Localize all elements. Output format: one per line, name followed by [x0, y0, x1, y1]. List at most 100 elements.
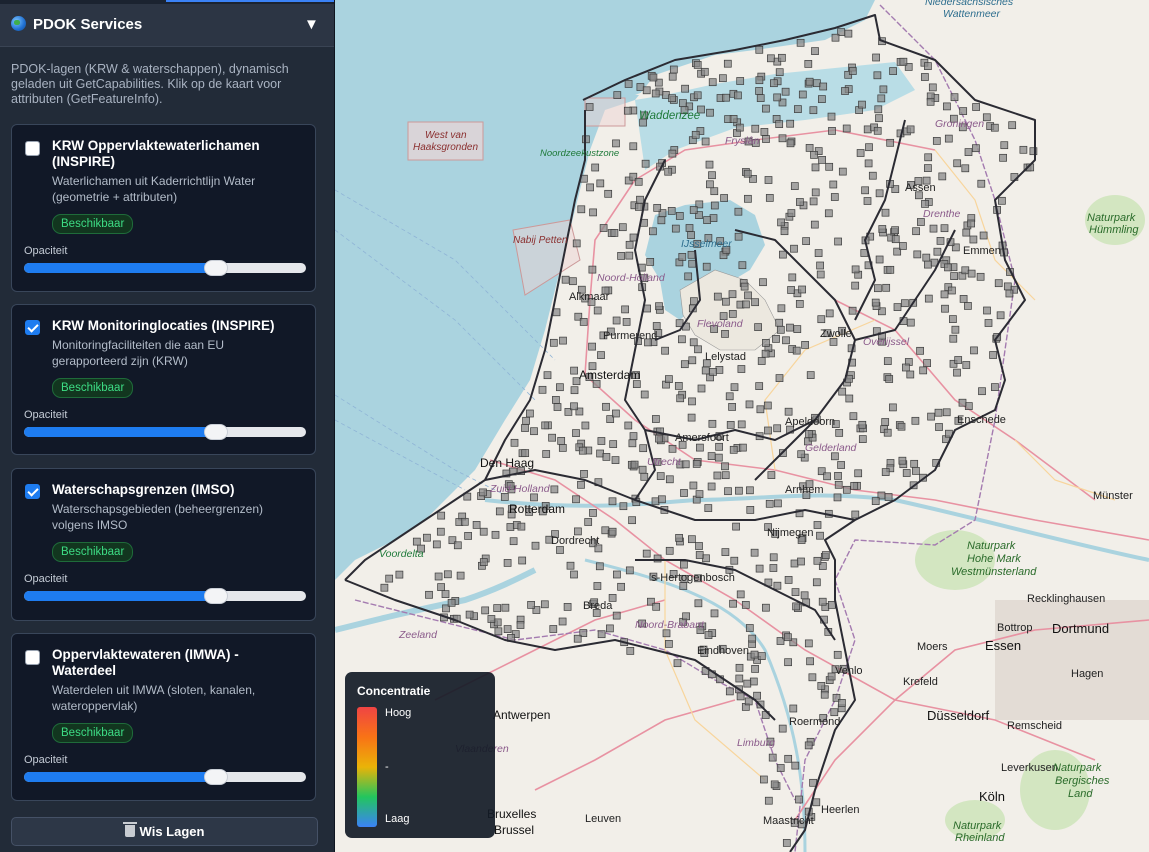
opacity-slider-fill	[24, 427, 216, 437]
map-label: Leverkusen	[1001, 762, 1058, 774]
map-label: Drenthe	[923, 208, 961, 220]
layer-card-oppervlaktewateren: Oppervlaktewateren (IMWA) - Waterdeel Wa…	[11, 633, 316, 801]
map-label: Lelystad	[705, 351, 746, 363]
map-label: Zuid-Holland	[490, 483, 550, 495]
map-label: Purmerend	[603, 330, 658, 342]
legend-title: Concentratie	[357, 684, 431, 698]
panel-description: PDOK-lagen (KRW & waterschappen), dynami…	[11, 62, 289, 106]
clear-layers-label: Wis Lagen	[139, 824, 205, 839]
map-label: Amersfoort	[675, 432, 729, 444]
map-label: Emmen	[963, 245, 1001, 257]
opacity-slider[interactable]	[24, 588, 306, 604]
opacity-slider-fill	[24, 263, 216, 273]
map-label: Zwolle	[820, 328, 852, 340]
map-label: Naturpark	[967, 540, 1016, 552]
layer-checkbox[interactable]	[25, 484, 40, 499]
map-label: Nabij Petten	[513, 235, 568, 246]
map-label: West van	[425, 130, 467, 141]
map-label: Enschede	[957, 414, 1006, 426]
boundary-inner-3	[854, 119, 906, 321]
map-label: Gelderland	[805, 442, 857, 454]
map-label: Leuven	[585, 813, 622, 825]
map-label: Nijmegen	[767, 527, 814, 539]
map-label: Assen	[905, 182, 936, 194]
collapse-toggle-icon[interactable]: ▼	[304, 16, 319, 33]
layer-checkbox[interactable]	[25, 320, 40, 335]
status-badge: Beschikbaar	[52, 378, 134, 398]
opacity-label: Opaciteit	[24, 573, 68, 585]
opacity-slider-fill	[24, 772, 216, 782]
layer-checkbox[interactable]	[25, 650, 40, 665]
map-label: Düsseldorf	[927, 708, 990, 723]
status-badge: Beschikbaar	[52, 542, 134, 562]
map-label: Remscheid	[1007, 720, 1063, 732]
opacity-slider-handle[interactable]	[203, 769, 228, 785]
map-label: Rotterdam	[509, 502, 566, 516]
opacity-slider[interactable]	[24, 260, 306, 276]
layer-name: Waterschapsgrenzen (IMSO)	[52, 482, 235, 497]
opacity-slider[interactable]	[24, 424, 306, 440]
map-label: Haaksgronden	[413, 142, 479, 153]
map-label: Moers	[917, 641, 948, 653]
legend-high-label: Hoog	[385, 707, 412, 719]
panel-header[interactable]: PDOK Services ▼	[0, 4, 334, 47]
map-label: Breda	[583, 600, 613, 612]
opacity-slider-fill	[24, 591, 216, 601]
layer-card-waterschapsgrenzen: Waterschapsgrenzen (IMSO) Waterschapsgeb…	[11, 468, 316, 621]
map-label: Amsterdam	[579, 368, 641, 382]
map-label: Recklinghausen	[1027, 593, 1106, 605]
opacity-label: Opaciteit	[24, 409, 68, 421]
opacity-label: Opaciteit	[24, 245, 68, 257]
layer-description: Waterdelen uit IMWA (sloten, kanalen, wa…	[52, 683, 256, 713]
map-label: Utrecht	[647, 456, 681, 468]
map-label: Alkmaar	[569, 291, 610, 303]
map-label: Antwerpen	[493, 708, 551, 722]
map-label: IJsselmeer	[681, 238, 732, 250]
map-label: Noord-Brabant	[635, 619, 704, 631]
opacity-slider-handle[interactable]	[203, 424, 228, 440]
map-label: Rheinland	[955, 832, 1005, 844]
map-label: Voordelta	[379, 548, 424, 560]
layer-name: Oppervlaktewateren (IMWA) - Waterdeel	[52, 647, 239, 678]
opacity-slider-handle[interactable]	[203, 588, 228, 604]
layer-name: KRW Monitoringlocaties (INSPIRE)	[52, 318, 275, 333]
map-label: Bottrop	[997, 622, 1033, 634]
opacity-slider[interactable]	[24, 769, 306, 785]
map-label: Brussel	[494, 823, 535, 837]
map-label: Krefeld	[903, 676, 938, 688]
map-label: Limburg	[737, 737, 775, 749]
map-label: Münster	[1093, 490, 1133, 502]
map-label: Dortmund	[1052, 621, 1110, 636]
layer-description: Waterlichamen uit Kaderrichtlijn Water (…	[52, 174, 256, 204]
map-label: Overijssel	[863, 336, 910, 348]
map-label: Wattenmeer	[943, 8, 1000, 20]
opacity-slider-handle[interactable]	[203, 260, 228, 276]
map-label: Land	[1068, 788, 1093, 800]
boundary-inner-8	[654, 249, 701, 341]
active-tab-indicator	[166, 0, 334, 2]
layer-description: Monitoringfaciliteiten die aan EU gerapp…	[52, 338, 225, 368]
map-label: Noord-Holland	[597, 272, 665, 284]
map-label: Bergisches	[1055, 775, 1110, 787]
clear-layers-button[interactable]: Wis Lagen	[11, 817, 318, 846]
opacity-label: Opaciteit	[24, 754, 68, 766]
layer-checkbox[interactable]	[25, 141, 40, 156]
map-label: Hohe Mark	[967, 553, 1021, 565]
map-label: Westmünsterland	[951, 566, 1037, 578]
panel-title: PDOK Services	[33, 16, 143, 33]
boundary-inner-6	[854, 229, 956, 341]
layer-name: KRW Oppervlaktewaterlichamen (INSPIRE)	[52, 138, 260, 169]
layer-description: Waterschapsgebieden (beheergrenzen) volg…	[52, 502, 264, 532]
layer-card-krw-waterlichamen: KRW Oppervlaktewaterlichamen (INSPIRE) W…	[11, 124, 316, 292]
legend-mid-label: -	[385, 761, 389, 773]
map-label: Naturpark	[1053, 762, 1102, 774]
map-label: Den Haag	[480, 456, 535, 470]
legend-low-label: Laag	[385, 813, 410, 825]
globe-icon	[11, 16, 26, 31]
map-label: Köln	[979, 789, 1006, 804]
layer-sidebar: PDOK Services ▼ PDOK-lagen (KRW & waters…	[0, 0, 335, 852]
layer-card-krw-monitoring: KRW Monitoringlocaties (INSPIRE) Monitor…	[11, 304, 316, 455]
map-label: Heerlen	[821, 804, 860, 816]
map-label: Arnhem	[785, 484, 824, 496]
map-label: Fryslân	[725, 135, 760, 147]
